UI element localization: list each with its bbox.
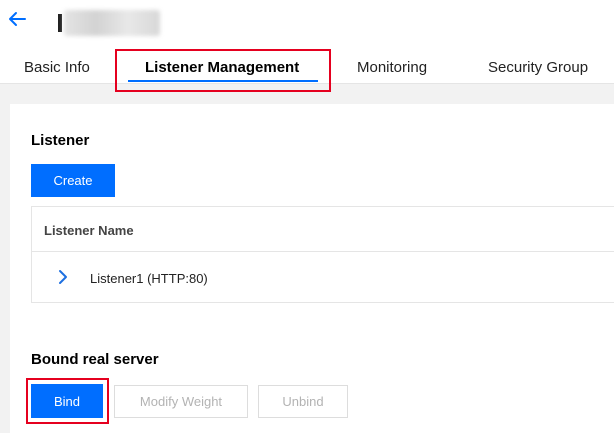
- listener-row-name: Listener1 (HTTP:80): [90, 271, 208, 286]
- bound-server-section-title: Bound real server: [31, 351, 159, 368]
- listener-section-title: Listener: [31, 132, 90, 149]
- highlight-box-bind-button: [26, 378, 109, 424]
- listener-table: Listener Name Listener1 (HTTP:80): [31, 206, 614, 303]
- redacted-title-blur: [64, 10, 160, 36]
- tab-security-group[interactable]: Security Group: [488, 59, 588, 79]
- column-header-listener-name: Listener Name: [44, 223, 134, 238]
- page-title: [58, 14, 62, 32]
- unbind-button[interactable]: Unbind: [258, 385, 348, 418]
- table-header: Listener Name: [32, 207, 614, 252]
- tab-monitoring[interactable]: Monitoring: [357, 59, 427, 79]
- chevron-right-icon[interactable]: [56, 269, 70, 285]
- create-button[interactable]: Create: [31, 164, 115, 197]
- arrow-left-icon[interactable]: [6, 8, 28, 30]
- modify-weight-button[interactable]: Modify Weight: [114, 385, 248, 418]
- tab-basic-info[interactable]: Basic Info: [24, 59, 90, 79]
- highlight-box-listener-tab: [115, 49, 331, 92]
